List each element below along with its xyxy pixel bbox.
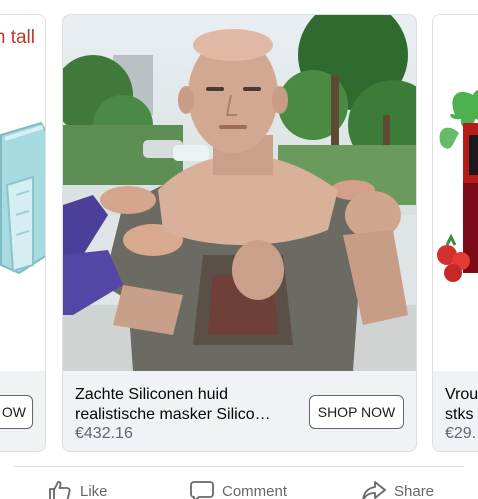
post-actions-bar: Like Comment Share [0, 470, 478, 499]
carousel-card-main[interactable]: Zachte Siliconen huid realistische maske… [62, 14, 417, 452]
right-card-title-line-1: Vrou [445, 386, 478, 403]
like-label: Like [80, 482, 108, 499]
left-card-cta-button[interactable]: OW [0, 395, 33, 429]
share-label: Share [394, 482, 435, 499]
product-image[interactable] [63, 15, 416, 371]
left-product-image [0, 121, 45, 275]
right-product-image [437, 90, 478, 282]
carousel-card-left[interactable]: n tall OW [0, 14, 46, 452]
right-card-price: €29. [445, 425, 477, 442]
right-card-footer: Vrou stks €29. [433, 371, 478, 451]
carousel-card-right[interactable]: Vrou stks €29. [432, 14, 478, 452]
share-arrow-icon [362, 481, 386, 499]
shop-now-button[interactable]: SHOP NOW [309, 395, 404, 429]
comment-bubble-icon [190, 481, 214, 499]
product-photo [63, 15, 416, 371]
right-card-title-line-2: stks [445, 406, 474, 423]
actions-divider [14, 466, 464, 467]
product-price: €432.16 [75, 425, 133, 442]
product-title[interactable]: Zachte Siliconen huid realistische maske… [75, 385, 297, 425]
left-card-footer: OW [0, 371, 45, 451]
right-card-title[interactable]: Vrou stks [445, 385, 478, 425]
main-card-footer: Zachte Siliconen huid realistische maske… [63, 371, 416, 451]
right-card-image[interactable] [433, 15, 478, 371]
left-card-image[interactable]: n tall [0, 15, 45, 371]
share-button[interactable]: Share [362, 480, 434, 499]
thumbs-up-icon [49, 481, 71, 499]
comment-button[interactable]: Comment [190, 480, 287, 499]
ad-carousel[interactable]: n tall OW [0, 0, 478, 452]
comment-label: Comment [222, 482, 288, 499]
like-button[interactable]: Like [48, 480, 108, 499]
